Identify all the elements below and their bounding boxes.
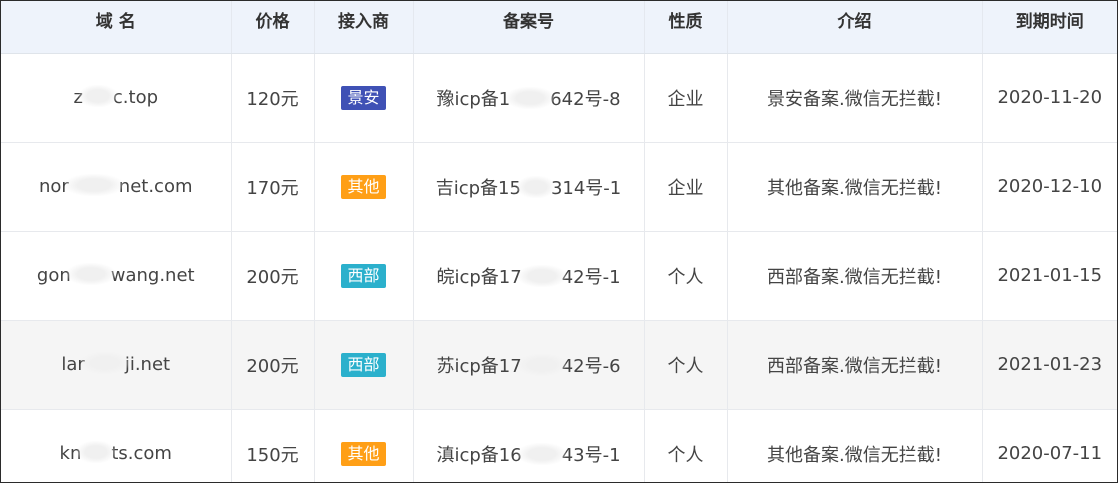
icp-cell: 苏icp备17 42号-6 [413, 320, 645, 410]
price-cell: 120元 [231, 53, 315, 143]
provider-cell: 其他 [314, 142, 414, 232]
domain-cell[interactable]: lar ji.net [1, 320, 232, 410]
table-row[interactable]: nor net.com 170元 其他 吉icp备15 314号-1 企业 其他备案… [1, 142, 1117, 232]
header-domain[interactable]: 域 名 [1, 1, 232, 54]
table-row[interactable]: kn ts.com 150元 其他 滇icp备16 43号-1 个人 其他备案.微信… [1, 409, 1117, 482]
intro-cell: 景安备案.微信无拦截! [727, 53, 983, 143]
header-intro[interactable]: 介绍 [727, 1, 983, 54]
provider-badge: 景安 [341, 85, 386, 110]
provider-cell: 景安 [314, 53, 414, 143]
expiry-cell: 2021-01-15 [982, 231, 1117, 321]
type-cell: 个人 [644, 409, 728, 482]
icp-cell: 吉icp备15 314号-1 [413, 142, 645, 232]
domain-listing-table: 域 名 价格 接入商 备案号 性质 介绍 到期时间 zc.top 120元 景安… [1, 1, 1117, 482]
domain-cell[interactable]: gon wang.net [1, 231, 232, 321]
type-cell: 个人 [644, 320, 728, 410]
price-cell: 200元 [231, 231, 315, 321]
table-row[interactable]: gon wang.net 200元 西部 皖icp备17 42号-1 个人 西部备案… [1, 231, 1117, 321]
domain-cell[interactable]: zc.top [1, 53, 232, 143]
price-cell: 200元 [231, 320, 315, 410]
header-type[interactable]: 性质 [644, 1, 728, 54]
domain-cell[interactable]: nor net.com [1, 142, 232, 232]
intro-cell: 西部备案.微信无拦截! [727, 231, 983, 321]
intro-cell: 其他备案.微信无拦截! [727, 142, 983, 232]
type-cell: 企业 [644, 53, 728, 143]
intro-cell: 其他备案.微信无拦截! [727, 409, 983, 482]
type-cell: 企业 [644, 142, 728, 232]
icp-cell: 滇icp备16 43号-1 [413, 409, 645, 482]
header-provider[interactable]: 接入商 [314, 1, 414, 54]
icp-cell: 皖icp备17 42号-1 [413, 231, 645, 321]
expiry-cell: 2020-07-11 [982, 409, 1117, 482]
icp-cell: 豫icp备1 642号-8 [413, 53, 645, 143]
price-cell: 150元 [231, 409, 315, 482]
table-row[interactable]: lar ji.net 200元 西部 苏icp备17 42号-6 个人 西部备案.微… [1, 320, 1117, 410]
provider-badge: 西部 [341, 352, 386, 377]
header-icp[interactable]: 备案号 [413, 1, 645, 54]
header-price[interactable]: 价格 [231, 1, 315, 54]
table-header-row: 域 名 价格 接入商 备案号 性质 介绍 到期时间 [1, 1, 1117, 54]
provider-cell: 西部 [314, 320, 414, 410]
expiry-cell: 2021-01-23 [982, 320, 1117, 410]
provider-cell: 西部 [314, 231, 414, 321]
provider-cell: 其他 [314, 409, 414, 482]
domain-table-frame: 域 名 价格 接入商 备案号 性质 介绍 到期时间 zc.top 120元 景安… [0, 0, 1118, 483]
type-cell: 个人 [644, 231, 728, 321]
intro-cell: 西部备案.微信无拦截! [727, 320, 983, 410]
expiry-cell: 2020-11-20 [982, 53, 1117, 143]
provider-badge: 其他 [341, 174, 386, 199]
price-cell: 170元 [231, 142, 315, 232]
provider-badge: 西部 [341, 263, 386, 288]
expiry-cell: 2020-12-10 [982, 142, 1117, 232]
header-expiry[interactable]: 到期时间 [982, 1, 1117, 54]
table-row[interactable]: zc.top 120元 景安 豫icp备1642号-8 企业 景安备案.微信无拦… [1, 53, 1117, 143]
provider-badge: 其他 [341, 441, 386, 466]
domain-cell[interactable]: kn ts.com [1, 409, 232, 482]
